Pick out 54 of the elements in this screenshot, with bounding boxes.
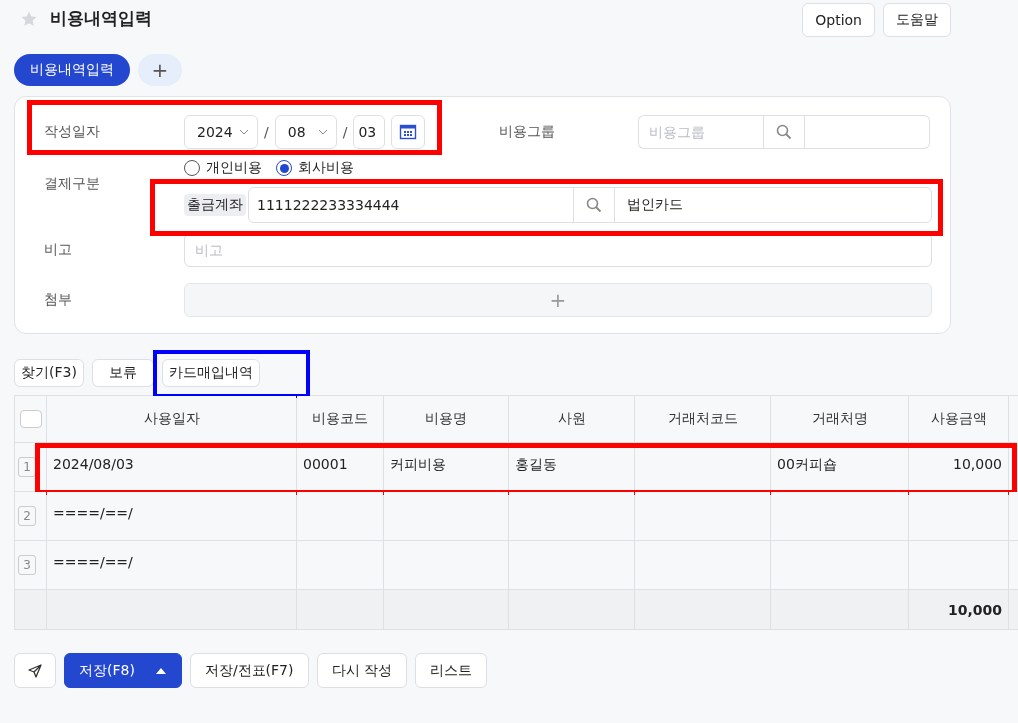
column-header: 비용코드 — [296, 395, 384, 443]
column-header: 비용명 — [383, 395, 509, 443]
account-name: 법인카드 — [626, 195, 683, 214]
total-cell: 10,000 — [908, 589, 1009, 630]
footer-button[interactable]: 저장/전표(F7) — [189, 653, 309, 688]
column-header: 사용금액 — [908, 395, 1009, 443]
day-field[interactable]: 03 — [353, 115, 386, 149]
radio-option[interactable]: 개인비용 — [184, 159, 262, 177]
send-icon — [28, 663, 42, 678]
field-label: 첨부 — [44, 291, 73, 309]
table-cell: ====/==/ — [46, 491, 297, 541]
column-header: 거래처명 — [770, 395, 909, 443]
search-icon[interactable] — [586, 197, 602, 213]
toolbar-button[interactable]: 찾기(F3) — [14, 359, 84, 387]
account-tag: 출금계좌 — [184, 194, 246, 216]
footer-button[interactable]: 다시 작성 — [316, 653, 407, 688]
radio-option[interactable]: 회사비용 — [276, 159, 354, 177]
row-number: 2 — [18, 506, 36, 526]
field-label: 결제구분 — [44, 174, 101, 193]
tab[interactable]: 비용내역입력 — [14, 54, 130, 86]
toolbar-button[interactable]: 카드매입내역 — [161, 359, 260, 387]
header-button[interactable]: Option — [802, 3, 875, 37]
header-button[interactable]: 도움말 — [883, 3, 951, 37]
toolbar-button[interactable]: 보류 — [91, 359, 154, 387]
column-header: 사원 — [508, 395, 635, 443]
field-label: 비용그룹 — [499, 123, 557, 141]
calendar-button[interactable] — [391, 115, 426, 149]
add-tab-button[interactable]: + — [138, 54, 182, 86]
field-label: 비고 — [44, 241, 73, 259]
row-number: 3 — [18, 555, 36, 575]
calendar-icon — [399, 123, 418, 141]
account-number: 1111222233334444 — [256, 196, 401, 215]
memo-field[interactable]: 비고 — [184, 233, 932, 267]
page-title: 비용내역입력 — [50, 7, 152, 30]
chevron-down-icon — [317, 129, 328, 135]
footer-button[interactable]: 리스트 — [414, 653, 487, 688]
year-select[interactable]: 2024 — [184, 115, 258, 149]
date-separator: / — [342, 124, 348, 140]
select-all-checkbox[interactable] — [19, 410, 42, 428]
caret-up-icon[interactable] — [154, 666, 167, 675]
chevron-down-icon — [239, 129, 249, 135]
column-header: 거래처코드 — [634, 395, 771, 443]
search-icon — [776, 124, 793, 140]
send-button[interactable] — [14, 653, 56, 688]
account-field[interactable]: 1111222233334444 법인카드 — [248, 187, 932, 223]
month-select[interactable]: 08 — [274, 115, 337, 149]
table-cell: ====/==/ — [46, 540, 297, 590]
expense-group-name-field[interactable] — [805, 115, 931, 149]
date-separator: / — [264, 124, 269, 140]
field-label: 작성일자 — [44, 123, 101, 141]
row-number: 1 — [18, 457, 36, 477]
save-button[interactable]: 저장(F8) — [64, 653, 182, 688]
expense-group-field[interactable]: 비용그룹 — [638, 115, 764, 149]
column-header: 사용일자 — [46, 395, 297, 443]
